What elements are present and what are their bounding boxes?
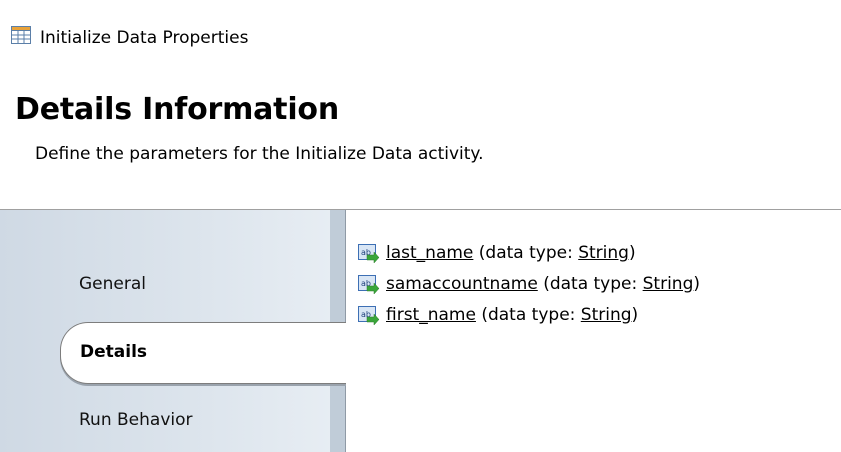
parameter-type-prefix: (data type: xyxy=(543,274,643,294)
page-title: Details Information xyxy=(15,92,339,127)
parameter-type-suffix: ) xyxy=(631,305,639,325)
parameter-type-link[interactable]: String xyxy=(581,305,632,325)
parameter-type-link[interactable]: String xyxy=(578,243,629,263)
details-header: Details Information Define the parameter… xyxy=(0,78,841,210)
title-bar: Initialize Data Properties xyxy=(0,0,841,78)
parameter-name-link[interactable]: samaccountname xyxy=(386,274,538,294)
tab-details[interactable]: Details xyxy=(60,322,350,384)
parameter-type-prefix: (data type: xyxy=(481,305,581,325)
parameter-type-suffix: ) xyxy=(693,274,700,294)
parameters-panel: ab last_name (data type: String) ab sama… xyxy=(346,210,841,452)
string-parameter-icon: ab xyxy=(358,275,380,295)
tab-general[interactable]: General xyxy=(79,274,146,294)
window-title: Initialize Data Properties xyxy=(40,28,249,48)
tab-details-label: Details xyxy=(80,342,148,362)
parameter-type-link[interactable]: String xyxy=(643,274,694,294)
parameter-name-link[interactable]: last_name xyxy=(386,243,473,263)
table-icon xyxy=(11,26,31,44)
parameter-type-suffix: ) xyxy=(628,243,636,263)
parameter-name-link[interactable]: first_name xyxy=(386,305,476,325)
tab-run-behavior[interactable]: Run Behavior xyxy=(79,410,193,430)
string-parameter-icon: ab xyxy=(358,244,380,264)
string-parameter-icon: ab xyxy=(358,306,380,326)
page-subtitle: Define the parameters for the Initialize… xyxy=(35,144,484,164)
parameter-type-prefix: (data type: xyxy=(478,243,579,263)
